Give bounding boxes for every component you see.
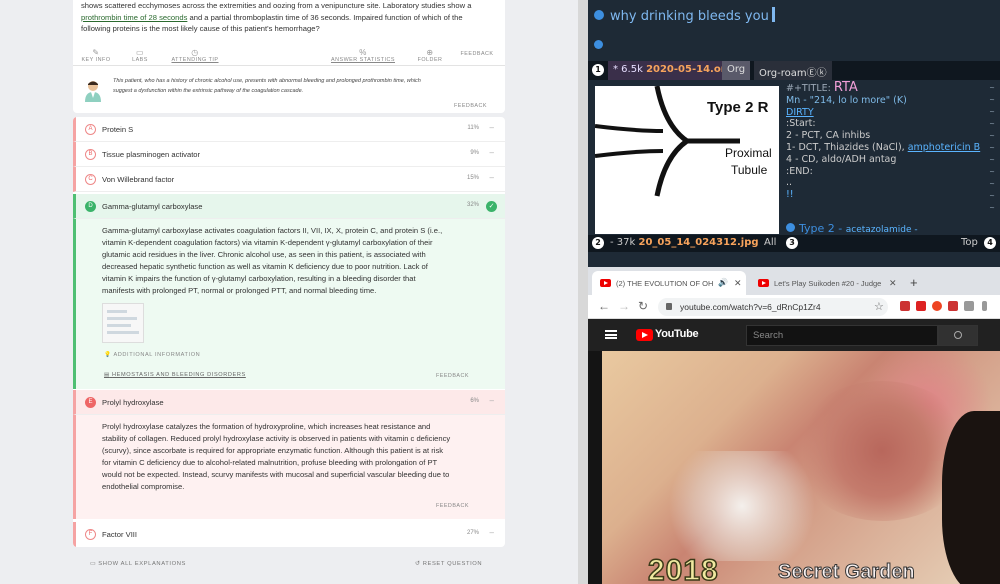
tip-feedback-button[interactable]: FEEDBACK <box>454 103 487 109</box>
org-heading-type2[interactable]: Type 2 - acetazolamide - <box>786 222 918 235</box>
clock-icon: ◷ <box>191 48 199 57</box>
extension-icon[interactable] <box>948 301 958 311</box>
youtube-favicon-icon <box>600 279 611 287</box>
minibuffer-search[interactable]: why drinking bleeds you <box>588 0 1000 32</box>
reload-icon[interactable]: ↻ <box>638 299 648 313</box>
article-link[interactable]: ▤ HEMOSTASIS AND BLEEDING DISORDERS <box>104 372 246 378</box>
youtube-header: YouTube Search <box>588 319 1000 351</box>
question-card: shows scattered ecchymoses across the ex… <box>73 0 505 113</box>
explanation-e-feedback[interactable]: FEEDBACK <box>436 503 469 509</box>
emacs-tabline: 1 * 6.5k 2020-05-14.org Org Org-roamⒺⓚ <box>588 61 1000 80</box>
uworld-pane: shows scattered ecchymoses across the ex… <box>0 0 578 584</box>
back-icon[interactable]: ← <box>598 299 610 313</box>
browser-tab-2[interactable]: Let's Play Suikoden #20 - Judge ✕ <box>750 271 902 295</box>
reset-question-button[interactable]: ↺ RESET QUESTION <box>415 561 482 567</box>
key-info-button[interactable]: ✎ KEY INFO <box>73 48 119 63</box>
bullet-icon <box>594 40 603 49</box>
emacs-echo-area <box>588 252 1000 267</box>
browser-tab-1[interactable]: (2) THE EVOLUTION OF OH 🔊 ✕ <box>592 271 746 295</box>
url-bar[interactable]: youtube.com/watch?v=6_dRnCp1Zr4 <box>658 298 888 316</box>
youtube-search-input[interactable]: Search <box>746 325 938 346</box>
checkmark-icon: ✓ <box>486 201 497 212</box>
explanation-d-text: Gamma-glutamyl carboxylase activates coa… <box>102 226 443 296</box>
plus-circle-icon: ⊕ <box>426 48 434 57</box>
lightbulb-icon: 💡 <box>104 352 112 358</box>
book-icon: ▤ <box>104 372 110 378</box>
menu-icon[interactable] <box>605 330 617 339</box>
reset-icon: ↺ <box>415 561 421 567</box>
question-stem: shows scattered ecchymoses across the ex… <box>81 1 472 33</box>
attending-tip-text: This patient, who has a history of chron… <box>113 78 421 94</box>
youtube-logo-icon[interactable] <box>636 329 653 341</box>
video-frame <box>602 351 1000 584</box>
bullet-icon <box>786 223 795 232</box>
emacs-modeline: 2 - 37k 20_05_14_024312.jpg All 3 Top 4 <box>588 235 1000 252</box>
answer-option-b[interactable]: B Tissue plasminogen activator 9% – <box>73 142 505 167</box>
attending-tip-box: This patient, who has a history of chron… <box>73 66 505 113</box>
mic-icon[interactable] <box>982 301 987 311</box>
answer-list: A Protein S 11% – B Tissue plasminogen a… <box>73 117 505 547</box>
collapse-icon[interactable]: – <box>490 396 494 405</box>
doctor-avatar-icon <box>85 81 101 102</box>
explanation-e: Prolyl hydroxylase catalyzes the formati… <box>73 415 505 519</box>
video-caption-title: Secret Garden <box>778 561 916 584</box>
org-buffer-text[interactable]: #+TITLE: RTA Mn - "214, lo lo more" (K) … <box>786 81 986 201</box>
percent-icon: % <box>359 48 367 57</box>
youtube-favicon-icon <box>758 279 769 287</box>
new-tab-icon[interactable]: + <box>910 275 918 290</box>
collapse-icon[interactable]: – <box>490 123 494 132</box>
attending-tip-button[interactable]: ◷ ATTENDING TIP <box>165 48 225 63</box>
collapse-icon[interactable]: – <box>490 173 494 182</box>
comment-icon: ▭ <box>90 561 97 567</box>
text-cursor <box>771 7 775 22</box>
emacs-window: why drinking bleeds you 1 * 6.5k 2020-05… <box>588 0 1000 267</box>
lock-icon <box>666 303 672 310</box>
show-all-explanations-button[interactable]: ▭ SHOW ALL EXPLANATIONS <box>90 561 186 567</box>
labs-button[interactable]: ▭ LABS <box>117 48 163 63</box>
mode-org[interactable]: Org <box>722 61 751 80</box>
bookmark-star-icon[interactable]: ☆ <box>874 300 884 313</box>
explanation-thumbnail[interactable] <box>102 303 144 343</box>
answer-option-e[interactable]: E Prolyl hydroxylase 6% – <box>73 390 505 415</box>
mode-org-roam[interactable]: Org-roamⒺⓚ <box>754 61 832 80</box>
forward-icon[interactable]: → <box>618 299 630 313</box>
clipboard-icon: ▭ <box>135 48 145 57</box>
folder-button[interactable]: ⊕ FOLDER <box>407 48 453 63</box>
collapse-icon[interactable]: – <box>490 528 494 537</box>
extension-icon[interactable] <box>916 301 926 311</box>
search-icon[interactable] <box>938 325 978 346</box>
close-tab-icon[interactable]: ✕ <box>889 278 897 289</box>
question-toolbar: ✎ KEY INFO ▭ LABS ◷ ATTENDING TIP % ANSWER S… <box>73 44 505 66</box>
feedback-button[interactable]: FEEDBACK <box>454 51 500 57</box>
buffer-tab-org-file[interactable]: * 6.5k 2020-05-14.org <box>608 61 738 80</box>
bullet-icon <box>594 10 604 20</box>
browser-tabbar: (2) THE EVOLUTION OF OH 🔊 ✕ Let's Play S… <box>588 267 1000 295</box>
answer-option-d[interactable]: D Gamma-glutamyl carboxylase 32% ✓ <box>73 194 505 219</box>
extension-icon[interactable] <box>932 301 942 311</box>
extension-icon[interactable] <box>900 301 910 311</box>
window-divider[interactable] <box>578 0 588 584</box>
explanation-d-feedback[interactable]: FEEDBACK <box>436 373 469 379</box>
chrome-browser: (2) THE EVOLUTION OF OH 🔊 ✕ Let's Play S… <box>588 267 1000 584</box>
explanation-d: Gamma-glutamyl carboxylase activates coa… <box>73 219 505 389</box>
video-caption-year: 2018 <box>647 553 719 584</box>
extension-icon[interactable] <box>964 301 974 311</box>
video-player[interactable]: 2018 Secret Garden <box>588 351 1000 584</box>
embedded-diagram-image: Type 2 R Proximal Tubule <box>594 85 779 234</box>
address-toolbar: ← → ↻ youtube.com/watch?v=6_dRnCp1Zr4 ☆ <box>588 295 1000 319</box>
pencil-icon: ✎ <box>92 48 100 57</box>
additional-information[interactable]: 💡 ADDITIONAL INFORMATION <box>104 352 200 358</box>
answer-option-a[interactable]: A Protein S 11% – <box>73 117 505 142</box>
speaker-icon[interactable]: 🔊 <box>718 278 728 287</box>
collapse-icon[interactable]: – <box>490 148 494 157</box>
answer-option-f[interactable]: F Factor VIII 27% – <box>73 522 505 547</box>
answer-statistics-button[interactable]: % ANSWER STATISTICS <box>326 48 400 63</box>
fringe: ~ ~ ~ ~ ~ ~ ~ ~ ~ ~ ~ <box>989 83 995 212</box>
answer-option-c[interactable]: C Von Willebrand factor 15% – <box>73 167 505 192</box>
lab-link[interactable]: prothrombin time of 28 seconds <box>81 13 187 22</box>
close-tab-icon[interactable]: ✕ <box>734 278 742 289</box>
explanation-e-text: Prolyl hydroxylase catalyzes the formati… <box>102 422 451 492</box>
